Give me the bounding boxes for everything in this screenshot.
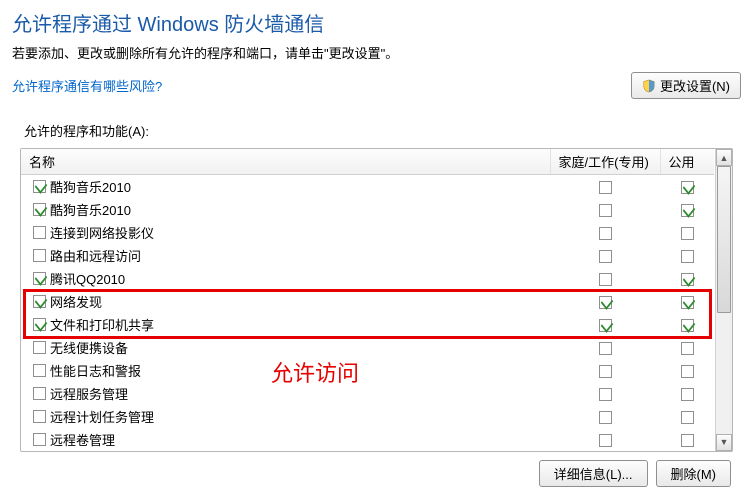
home-checkbox[interactable] bbox=[599, 411, 612, 424]
home-checkbox[interactable] bbox=[599, 319, 612, 332]
details-button[interactable]: 详细信息(L)... bbox=[539, 460, 648, 487]
col-header-public[interactable]: 公用 bbox=[660, 149, 714, 175]
row-name-label: 网络发现 bbox=[50, 292, 102, 311]
row-name-label: 远程卷管理 bbox=[50, 430, 115, 449]
scroll-thumb[interactable] bbox=[717, 166, 731, 313]
row-enable-checkbox[interactable] bbox=[33, 295, 46, 308]
home-checkbox[interactable] bbox=[599, 434, 612, 447]
row-enable-checkbox[interactable] bbox=[33, 249, 46, 262]
public-checkbox[interactable] bbox=[681, 181, 694, 194]
row-name-label: 远程服务管理 bbox=[50, 384, 128, 403]
public-checkbox[interactable] bbox=[681, 342, 694, 355]
home-checkbox[interactable] bbox=[599, 227, 612, 240]
table-row[interactable]: 腾讯QQ2010 bbox=[21, 267, 714, 290]
public-checkbox[interactable] bbox=[681, 365, 694, 378]
home-checkbox[interactable] bbox=[599, 388, 612, 401]
row-name-label: 连接到网络投影仪 bbox=[50, 223, 154, 242]
table-row[interactable]: 网络发现 bbox=[21, 290, 714, 313]
table-row[interactable]: 酷狗音乐2010 bbox=[21, 198, 714, 221]
public-checkbox[interactable] bbox=[681, 273, 694, 286]
row-enable-checkbox[interactable] bbox=[33, 272, 46, 285]
public-checkbox[interactable] bbox=[681, 250, 694, 263]
table-row[interactable]: 远程计划任务管理 bbox=[21, 405, 714, 428]
row-enable-checkbox[interactable] bbox=[33, 410, 46, 423]
home-checkbox[interactable] bbox=[599, 204, 612, 217]
risk-link[interactable]: 允许程序通信有哪些风险? bbox=[12, 76, 162, 95]
table-row[interactable]: 路由和远程访问 bbox=[21, 244, 714, 267]
col-header-name[interactable]: 名称 bbox=[21, 149, 550, 175]
scroll-up-button[interactable]: ▲ bbox=[716, 149, 732, 166]
home-checkbox[interactable] bbox=[599, 250, 612, 263]
home-checkbox[interactable] bbox=[599, 365, 612, 378]
row-enable-checkbox[interactable] bbox=[33, 180, 46, 193]
row-name-label: 远程计划任务管理 bbox=[50, 407, 154, 426]
public-checkbox[interactable] bbox=[681, 388, 694, 401]
row-enable-checkbox[interactable] bbox=[33, 318, 46, 331]
public-checkbox[interactable] bbox=[681, 319, 694, 332]
scrollbar[interactable]: ▲ ▼ bbox=[715, 149, 732, 451]
row-enable-checkbox[interactable] bbox=[33, 203, 46, 216]
row-enable-checkbox[interactable] bbox=[33, 433, 46, 446]
home-checkbox[interactable] bbox=[599, 181, 612, 194]
panel-label: 允许的程序和功能(A): bbox=[24, 121, 733, 140]
col-header-home[interactable]: 家庭/工作(专用) bbox=[550, 149, 660, 175]
table-row[interactable]: 文件和打印机共享 bbox=[21, 313, 714, 336]
home-checkbox[interactable] bbox=[599, 273, 612, 286]
public-checkbox[interactable] bbox=[681, 434, 694, 447]
row-name-label: 文件和打印机共享 bbox=[50, 315, 154, 334]
row-enable-checkbox[interactable] bbox=[33, 226, 46, 239]
public-checkbox[interactable] bbox=[681, 296, 694, 309]
row-name-label: 无线便携设备 bbox=[50, 338, 128, 357]
table-row[interactable]: 无线便携设备 bbox=[21, 336, 714, 359]
public-checkbox[interactable] bbox=[681, 411, 694, 424]
row-enable-checkbox[interactable] bbox=[33, 364, 46, 377]
change-settings-button[interactable]: 更改设置(N) bbox=[631, 72, 741, 99]
public-checkbox[interactable] bbox=[681, 204, 694, 217]
table-row[interactable]: 远程卷管理 bbox=[21, 428, 714, 451]
table-row[interactable]: 远程服务管理 bbox=[21, 382, 714, 405]
row-name-label: 性能日志和警报 bbox=[50, 361, 141, 380]
home-checkbox[interactable] bbox=[599, 342, 612, 355]
scroll-down-button[interactable]: ▼ bbox=[716, 434, 732, 451]
table-row[interactable]: 连接到网络投影仪 bbox=[21, 221, 714, 244]
table-row[interactable]: 酷狗音乐2010 bbox=[21, 175, 714, 198]
change-settings-label: 更改设置(N) bbox=[660, 76, 730, 95]
row-enable-checkbox[interactable] bbox=[33, 387, 46, 400]
public-checkbox[interactable] bbox=[681, 227, 694, 240]
row-enable-checkbox[interactable] bbox=[33, 341, 46, 354]
page-subtitle: 若要添加、更改或删除所有允许的程序和端口，请单击"更改设置"。 bbox=[12, 43, 741, 62]
home-checkbox[interactable] bbox=[599, 296, 612, 309]
page-title: 允许程序通过 Windows 防火墙通信 bbox=[12, 8, 741, 37]
programs-table: 名称 家庭/工作(专用) 公用 酷狗音乐2010 酷狗音乐2010 连接到网络投影仪… bbox=[21, 149, 714, 451]
scroll-track[interactable] bbox=[716, 166, 732, 434]
row-name-label: 路由和远程访问 bbox=[50, 246, 141, 265]
table-row[interactable]: 性能日志和警报 bbox=[21, 359, 714, 382]
row-name-label: 酷狗音乐2010 bbox=[50, 200, 131, 219]
row-name-label: 腾讯QQ2010 bbox=[50, 269, 125, 288]
delete-button[interactable]: 删除(M) bbox=[656, 460, 732, 487]
row-name-label: 酷狗音乐2010 bbox=[50, 177, 131, 196]
shield-icon bbox=[642, 79, 656, 93]
allowed-programs-panel: 允许的程序和功能(A): 名称 家庭/工作(专用) 公用 酷狗音乐2010 酷狗音… bbox=[12, 113, 741, 495]
